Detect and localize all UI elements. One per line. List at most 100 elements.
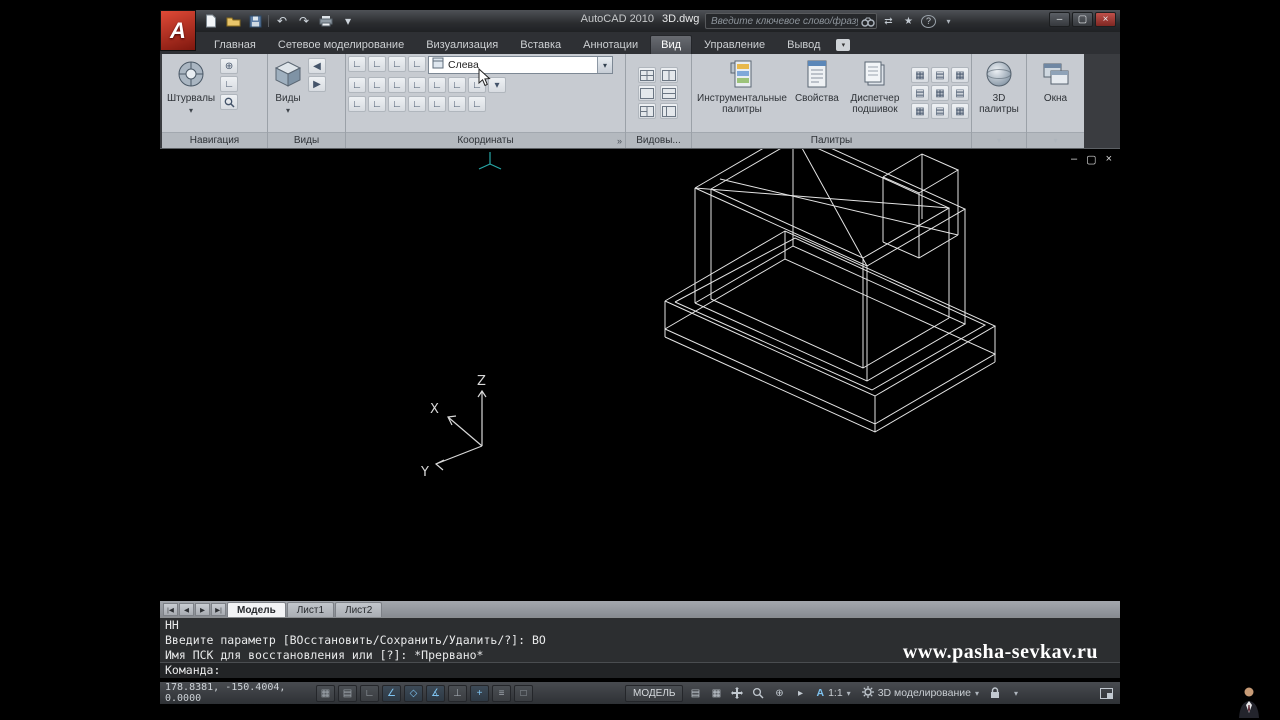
qp-toggle[interactable]: □	[514, 685, 533, 702]
viewport-close-icon[interactable]: ×	[1106, 153, 1112, 166]
visual-styles-palette-button[interactable]: ▦	[911, 103, 929, 119]
orbit-tool-button[interactable]: ∟	[220, 76, 238, 92]
ucs-rotate-y-button[interactable]: ∟	[408, 96, 426, 112]
pan-icon[interactable]	[728, 685, 746, 702]
quick-view-layouts-icon[interactable]: ▤	[686, 685, 704, 702]
ortho-toggle[interactable]: ∟	[360, 685, 379, 702]
ucs-previous-button[interactable]: ∟	[368, 56, 386, 72]
tab-insert[interactable]: Вставка	[510, 35, 571, 54]
viewport-join-button[interactable]	[660, 67, 678, 83]
undo-button[interactable]: ↶	[273, 13, 291, 29]
ucs-y-button[interactable]: ∟	[368, 77, 386, 93]
workspace-switcher[interactable]: 3D моделирование ▾	[858, 685, 983, 702]
tab-annotate[interactable]: Аннотации	[573, 35, 648, 54]
windows-button[interactable]: Окна	[1029, 56, 1082, 130]
first-layout-button[interactable]: |◀	[163, 603, 178, 616]
dyn-toggle[interactable]: +	[470, 685, 489, 702]
viewport-restore-button[interactable]	[638, 85, 656, 101]
model-space-button[interactable]: МОДЕЛЬ	[625, 685, 683, 702]
ucs-apply-button[interactable]: ∟	[448, 96, 466, 112]
save-button[interactable]	[246, 13, 264, 29]
viewport-minimize-icon[interactable]: –	[1071, 153, 1077, 166]
zoom-icon[interactable]	[749, 685, 767, 702]
views-button[interactable]: Виды ▾	[270, 56, 306, 130]
viewport-named-button[interactable]	[660, 85, 678, 101]
prev-layout-button[interactable]: ◀	[179, 603, 194, 616]
ucs-icon-settings-button[interactable]: ∟	[468, 96, 486, 112]
dbconnect-button[interactable]: ▦	[911, 67, 929, 83]
ucs-x-button[interactable]: ∟	[348, 77, 366, 93]
view-back-button[interactable]: ◀	[308, 58, 326, 74]
materials-palette-button[interactable]: ▤	[951, 85, 969, 101]
viewport-config-button[interactable]	[638, 67, 656, 83]
snap-toggle[interactable]: ▦	[316, 685, 335, 702]
quick-view-drawings-icon[interactable]: ▦	[707, 685, 725, 702]
tab-layout2[interactable]: Лист2	[335, 602, 382, 617]
tab-home[interactable]: Главная	[204, 35, 266, 54]
tool-palettes-button[interactable]: Инструментальные палитры	[694, 56, 790, 130]
external-refs-button[interactable]: ▤	[911, 85, 929, 101]
ducs-toggle[interactable]: ⊥	[448, 685, 467, 702]
command-prompt[interactable]: Команда:	[160, 662, 1120, 678]
tab-mesh-modeling[interactable]: Сетевое моделирование	[268, 35, 414, 54]
ucs-zaxis-button[interactable]: ∟	[408, 77, 426, 93]
viewport-new-button[interactable]	[638, 103, 656, 119]
plot-button[interactable]	[317, 13, 335, 29]
clean-screen-icon[interactable]	[1097, 685, 1115, 702]
ucs-face-button[interactable]: ∟	[448, 77, 466, 93]
ucs-origin-button[interactable]: ∟	[388, 56, 406, 72]
showmotion-icon[interactable]: ▸	[791, 685, 809, 702]
tab-manage[interactable]: Управление	[694, 35, 775, 54]
orbit-icon[interactable]: ⊕	[770, 685, 788, 702]
annotation-scale-control[interactable]: А 1:1 ▾	[812, 685, 854, 702]
redo-button[interactable]: ↷	[295, 13, 313, 29]
ucs-move-button[interactable]: ∟	[368, 96, 386, 112]
ucs-rotate-z-button[interactable]: ∟	[428, 96, 446, 112]
osnap-toggle[interactable]: ◇	[404, 685, 423, 702]
new-file-button[interactable]	[202, 13, 220, 29]
tab-render[interactable]: Визуализация	[416, 35, 508, 54]
tab-layout1[interactable]: Лист1	[287, 602, 334, 617]
markup-button[interactable]: ▤	[931, 67, 949, 83]
otrack-toggle[interactable]: ∡	[426, 685, 445, 702]
view-select[interactable]: Слева ▾	[428, 56, 613, 74]
tab-output[interactable]: Вывод	[777, 35, 830, 54]
steeringwheels-button[interactable]: Штурвалы ▾	[164, 56, 218, 130]
next-layout-button[interactable]: ▶	[195, 603, 210, 616]
help-dropdown-icon[interactable]: ▾	[941, 13, 956, 29]
drawing-canvas[interactable]: XYZ – ▢ ×	[160, 148, 1120, 601]
tab-model[interactable]: Модель	[227, 602, 286, 617]
properties-button[interactable]: Свойства	[792, 56, 842, 130]
close-button[interactable]: ×	[1095, 12, 1116, 27]
panel-dropdown-icon[interactable]: ▾	[997, 136, 1001, 145]
quickcalc-button[interactable]: ▦	[951, 67, 969, 83]
lwt-toggle[interactable]: ≡	[492, 685, 511, 702]
render-palette-button[interactable]: ▤	[931, 103, 949, 119]
favorites-icon[interactable]: ★	[901, 13, 916, 29]
ucs-z-button[interactable]: ∟	[388, 77, 406, 93]
minimize-button[interactable]: –	[1049, 12, 1070, 27]
qat-dropdown-icon[interactable]: ▾	[339, 13, 357, 29]
zoom-tool-button[interactable]	[220, 94, 238, 110]
lights-palette-button[interactable]: ▦	[931, 85, 949, 101]
chevron-down-icon[interactable]: ▾	[597, 57, 612, 73]
last-layout-button[interactable]: ▶|	[211, 603, 226, 616]
ucs-object-button[interactable]: ∟	[408, 56, 426, 72]
ucs-rotate-x-button[interactable]: ∟	[388, 96, 406, 112]
panel-dropdown-icon[interactable]: ▾	[1053, 136, 1057, 145]
tab-overflow-icon[interactable]: ▾	[836, 39, 850, 51]
viewport-restore-icon[interactable]: ▢	[1086, 153, 1096, 166]
view-forward-button[interactable]: ▶	[308, 76, 326, 92]
status-menu-icon[interactable]: ▾	[1007, 685, 1025, 702]
grid-toggle[interactable]: ▤	[338, 685, 357, 702]
polar-toggle[interactable]: ∠	[382, 685, 401, 702]
motion-palette-button[interactable]: ▦	[951, 103, 969, 119]
open-file-button[interactable]	[224, 13, 242, 29]
panel-expander-icon[interactable]: »	[617, 136, 622, 146]
help-icon[interactable]: ?	[921, 15, 936, 28]
infocenter-search-input[interactable]	[705, 13, 877, 29]
ucs-world-button[interactable]: ∟	[348, 56, 366, 72]
application-menu-button[interactable]: A	[160, 10, 196, 51]
pan-tool-button[interactable]: ⊕	[220, 58, 238, 74]
search-icon[interactable]	[860, 13, 876, 29]
